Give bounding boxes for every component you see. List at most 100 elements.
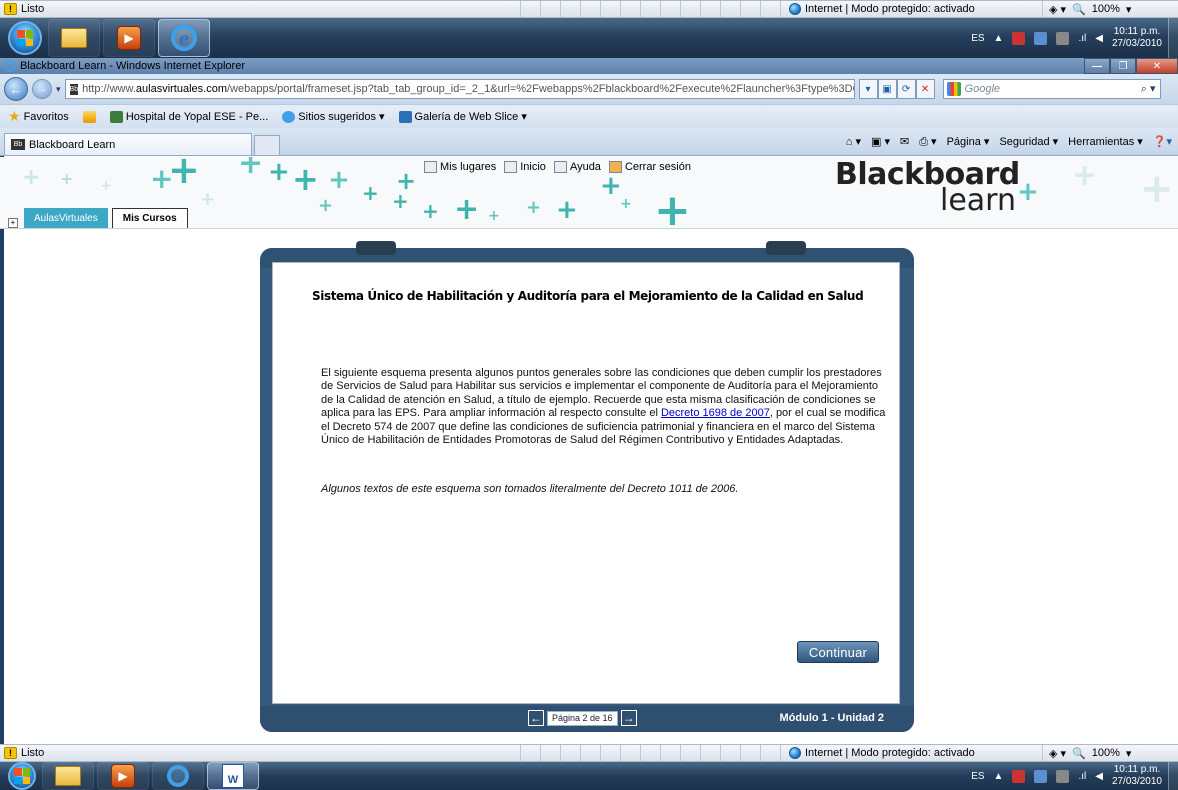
tray-expand-icon[interactable]: ▲ <box>994 33 1004 44</box>
module-label: Módulo 1 - Unidad 2 <box>779 712 885 724</box>
clock[interactable]: 10:11 p.m. 27/03/2010 <box>1112 26 1162 50</box>
blackboard-header: + + + + + + + + + + + + + + + + + + + + … <box>0 157 1178 229</box>
taskbar-explorer-button[interactable] <box>42 762 94 790</box>
favorite-item-suggested-sites[interactable]: Sitios sugeridos ▾ <box>282 110 385 123</box>
my-places-link[interactable]: Mis lugares <box>424 161 496 173</box>
favorite-item-web-slice[interactable]: Galería de Web Slice ▾ <box>398 110 527 123</box>
decreto-link[interactable]: Decreto 1698 de 2007 <box>661 407 770 419</box>
page-icon <box>109 110 123 123</box>
expand-icon[interactable]: + <box>8 218 18 228</box>
ie-icon <box>282 110 296 123</box>
security-zone[interactable]: Internet | Modo protegido: activado <box>780 745 1042 761</box>
warning-icon: ! <box>4 747 17 759</box>
print-icon[interactable]: ⎙ ▾ <box>919 135 936 149</box>
logout-icon <box>608 161 622 173</box>
help-icon <box>553 161 567 173</box>
security-zone[interactable]: Internet | Modo protegido: activado <box>780 1 1042 17</box>
stop-icon[interactable]: ✕ <box>915 79 935 99</box>
taskbar-ie-button[interactable]: e <box>152 762 204 790</box>
tab-blackboard[interactable]: Bb Blackboard Learn <box>4 133 252 155</box>
clock-date: 27/03/2010 <box>1111 776 1162 787</box>
window-title-bar: Blackboard Learn - Windows Internet Expl… <box>0 58 1178 74</box>
status-section: ! Listo <box>0 3 520 15</box>
start-button[interactable] <box>8 21 42 55</box>
tray-expand-icon[interactable]: ▲ <box>994 771 1004 782</box>
taskbar-ie-button[interactable]: e <box>158 19 210 57</box>
search-icon[interactable]: ⌕ ▾ <box>1141 82 1160 96</box>
history-dropdown-icon[interactable]: ▾ <box>56 84 61 95</box>
show-desktop-button[interactable] <box>1168 18 1178 58</box>
warning-icon: ! <box>4 3 17 15</box>
favorite-item-label: Hospital de Yopal ESE - Pe... <box>125 110 269 123</box>
compatibility-view-icon[interactable]: ▣ <box>877 79 897 99</box>
protected-mode-icon: ◈ ▾ <box>1049 747 1067 760</box>
volume-icon[interactable]: ◀ <box>1095 33 1103 44</box>
zoom-control[interactable]: ◈ ▾ 🔍 100% ▾ <box>1042 1 1131 17</box>
page-menu[interactable]: Página ▾ <box>947 135 990 148</box>
tools-menu[interactable]: Herramientas ▾ <box>1068 135 1143 148</box>
continue-button[interactable]: Continuar <box>797 641 879 663</box>
favorite-item-hospital[interactable]: Hospital de Yopal ESE - Pe... <box>109 110 269 123</box>
language-indicator[interactable]: ES <box>971 33 984 44</box>
action-center-flag-icon[interactable] <box>1034 31 1048 45</box>
taskbar-media-player-button[interactable]: ▶ <box>97 762 149 790</box>
network-icon[interactable] <box>1056 769 1070 783</box>
maximize-button[interactable]: ❐ <box>1110 58 1136 74</box>
back-button[interactable]: ← <box>4 77 28 101</box>
new-tab-button[interactable] <box>254 135 280 155</box>
signal-icon[interactable]: .ıl <box>1078 771 1086 782</box>
action-center-flag-icon[interactable] <box>1034 769 1048 783</box>
taskbar-explorer-button[interactable] <box>48 19 100 57</box>
volume-icon[interactable]: ◀ <box>1095 771 1103 782</box>
help-label: Ayuda <box>569 161 601 173</box>
star-icon: ★ <box>8 108 21 124</box>
home-icon[interactable]: ⌂ ▾ <box>846 135 861 148</box>
zoom-level: 100% <box>1091 747 1120 759</box>
favorites-label: Favoritos <box>23 110 69 123</box>
refresh-icon[interactable]: ⟳ <box>896 79 916 99</box>
start-button[interactable] <box>8 762 36 790</box>
favorites-button[interactable]: ★ Favoritos <box>8 108 69 125</box>
feeds-icon[interactable]: ▣ ▾ <box>871 135 890 148</box>
network-icon[interactable] <box>1056 31 1070 45</box>
minimize-button[interactable]: — <box>1084 58 1110 74</box>
language-indicator[interactable]: ES <box>971 771 984 782</box>
signal-icon[interactable]: .ıl <box>1078 33 1086 44</box>
close-button[interactable]: ✕ <box>1136 58 1178 74</box>
favorite-item-label: Sitios sugeridos ▾ <box>298 111 385 123</box>
search-input[interactable]: Google ⌕ ▾ <box>942 79 1161 99</box>
address-row: ← → ▾ Bb http://www. aulasvirtuales.com/w… <box>0 74 1178 104</box>
tray-app-icon[interactable] <box>1012 31 1026 45</box>
tab-row: Bb Blackboard Learn ⌂ ▾ ▣ ▾ ✉ ⎙ ▾ Página… <box>0 128 1178 156</box>
previous-page-button[interactable]: ← <box>528 710 544 726</box>
board-clip-left <box>356 241 396 255</box>
logout-link[interactable]: Cerrar sesión <box>608 161 691 173</box>
taskbar-word-button[interactable]: W <box>207 762 259 790</box>
help-icon[interactable]: ❓▾ <box>1153 135 1172 148</box>
show-desktop-button[interactable] <box>1168 762 1178 790</box>
add-favorite-icon[interactable] <box>82 110 96 123</box>
address-dropdown-icon[interactable]: ▾ <box>858 79 878 99</box>
clock-date: 27/03/2010 <box>1111 38 1162 49</box>
help-link[interactable]: Ayuda <box>553 161 601 173</box>
clock[interactable]: 10:11 p.m. 27/03/2010 <box>1112 764 1162 788</box>
zoom-control[interactable]: ◈ ▾ 🔍 100% ▾ <box>1042 745 1131 761</box>
tab-mis-cursos[interactable]: Mis Cursos <box>111 208 188 228</box>
window-title: Blackboard Learn - Windows Internet Expl… <box>20 60 245 72</box>
taskbar-media-player-button[interactable]: ▶ <box>103 19 155 57</box>
mail-icon[interactable]: ✉ <box>900 135 909 148</box>
address-input[interactable]: Bb http://www. aulasvirtuales.com/webapps… <box>64 79 855 99</box>
site-favicon-icon: Bb <box>69 83 79 95</box>
home-link[interactable]: Inicio <box>504 161 546 173</box>
status-cells <box>520 1 780 17</box>
next-page-button[interactable]: → <box>620 710 637 726</box>
forward-button[interactable]: → <box>32 79 52 99</box>
security-menu[interactable]: Seguridad ▾ <box>999 135 1058 148</box>
favorite-item-label: Galería de Web Slice ▾ <box>414 111 527 123</box>
tray-app-icon[interactable] <box>1012 769 1026 783</box>
tab-aulas-virtuales[interactable]: AulasVirtuales <box>24 208 108 228</box>
page-note: Algunos textos de este esquema son tomad… <box>321 483 739 495</box>
page-body: El siguiente esquema presenta algunos pu… <box>321 367 889 447</box>
search-placeholder: Google <box>964 83 1001 95</box>
windows-logo-icon <box>14 768 30 784</box>
